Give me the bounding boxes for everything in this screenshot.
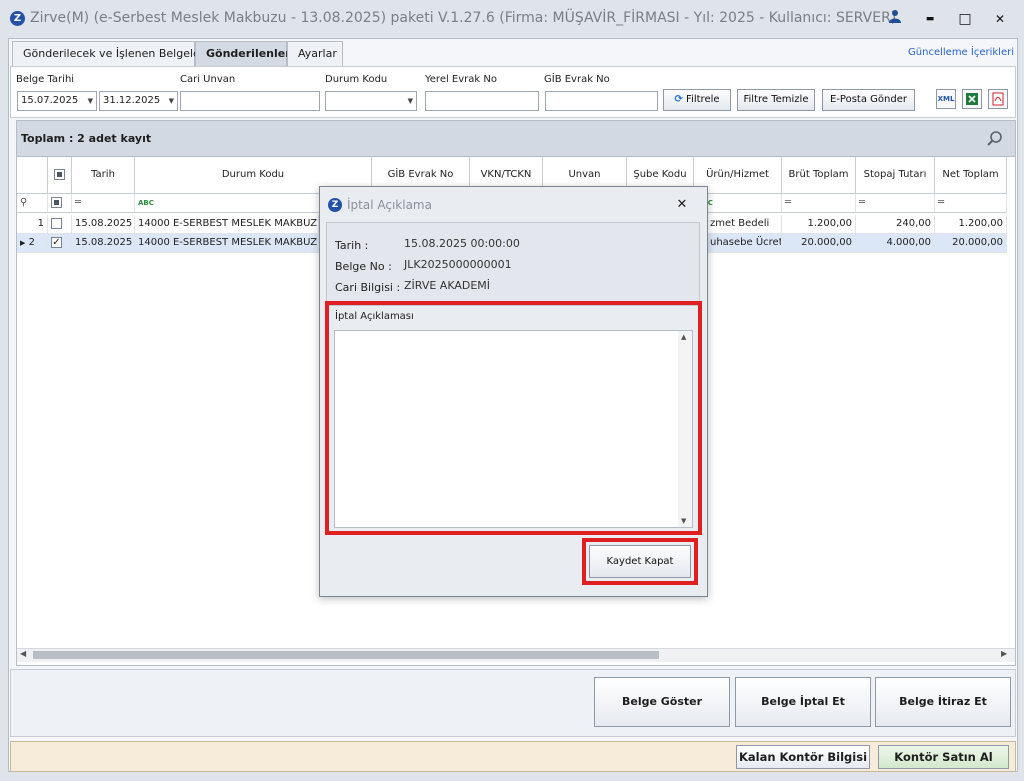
filter-select-all[interactable]: [48, 194, 72, 213]
row-number: 2: [28, 237, 35, 248]
date-from-value: 15.07.2025: [21, 95, 79, 106]
chevron-down-icon: ▼: [407, 97, 413, 105]
grid-summary-bar: [17, 121, 1015, 157]
yerel-evrak-input[interactable]: [425, 91, 539, 111]
filtre-temizle-button[interactable]: Filtre Temizle: [737, 89, 815, 111]
row-checkbox-cell[interactable]: [48, 215, 72, 234]
belge-goster-button[interactable]: Belge Göster: [594, 677, 730, 727]
row-indicator-header: [17, 157, 48, 194]
belge-tarihi-label: Belge Tarihi: [16, 74, 75, 85]
chevron-down-icon: ▼: [168, 97, 174, 105]
cari-unvan-label: Cari Unvan: [180, 74, 236, 85]
date-to-input[interactable]: 31.12.2025 ▼: [99, 91, 178, 111]
filter-row-pin-icon[interactable]: ⚲: [17, 194, 48, 213]
search-icon[interactable]: [986, 130, 1004, 148]
col-brut-toplam[interactable]: Brüt Toplam: [782, 157, 856, 194]
row-net[interactable]: 1.200,00: [935, 215, 1007, 234]
close-window-button[interactable]: ✕: [988, 8, 1012, 30]
tarih-label: Tarih :: [335, 239, 369, 252]
row-indicator: ▶ 2: [17, 234, 48, 253]
date-to-value: 31.12.2025: [103, 95, 161, 106]
scrollbar-thumb[interactable]: [33, 651, 659, 659]
row-tarih[interactable]: 15.08.2025: [72, 215, 135, 234]
filter-checkbox[interactable]: [51, 196, 62, 208]
row-checkbox-cell[interactable]: ✓: [48, 234, 72, 253]
eposta-gonder-button[interactable]: E-Posta Gönder: [822, 89, 915, 111]
select-all-checkbox[interactable]: [54, 168, 65, 180]
row-brut[interactable]: 20.000,00: [782, 234, 856, 253]
gib-evrak-input[interactable]: [545, 91, 658, 111]
belge-iptal-button[interactable]: Belge İptal Et: [735, 677, 871, 727]
durum-kodu-select[interactable]: ▼: [325, 91, 417, 111]
maximize-button[interactable]: □: [953, 8, 977, 30]
filter-stopaj[interactable]: ═: [856, 194, 935, 213]
yerel-evrak-label: Yerel Evrak No: [425, 74, 497, 85]
iptal-aciklamasi-label: İptal Açıklaması: [335, 311, 414, 322]
current-row-arrow-icon: ▶: [20, 239, 26, 247]
tarih-value: 15.08.2025 00:00:00: [404, 237, 520, 250]
cari-unvan-input[interactable]: [180, 91, 320, 111]
guncelleme-link[interactable]: Güncelleme İçerikleri: [908, 47, 1014, 58]
scroll-left-icon[interactable]: ◀: [20, 649, 26, 658]
row-durum[interactable]: 14000 E-SERBEST MESLEK MAKBUZU İM: [135, 215, 319, 234]
dialog-title: İptal Açıklama: [347, 198, 432, 212]
row-number: 1: [17, 215, 48, 234]
textarea-scrollbar[interactable]: [678, 331, 692, 527]
belge-no-label: Belge No :: [335, 260, 392, 273]
excel-export-icon[interactable]: [962, 89, 982, 109]
tab-ayarlar[interactable]: Ayarlar: [287, 41, 343, 66]
filtrele-button[interactable]: ⟳ Filtrele: [663, 89, 731, 111]
row-urun[interactable]: zmet Bedeli: [707, 215, 782, 234]
tab-gonderilecek[interactable]: Gönderilecek ve İşlenen Belgeler: [12, 41, 204, 66]
kontor-satin-al-button[interactable]: Kontör Satın Al: [878, 745, 1009, 769]
minimize-button[interactable]: ▬: [918, 8, 942, 30]
text-filter-icon: ABC: [138, 199, 154, 207]
filter-net[interactable]: ═: [935, 194, 1007, 213]
select-all-header[interactable]: [48, 157, 72, 194]
row-checkbox[interactable]: [51, 217, 62, 229]
col-tarih[interactable]: Tarih: [72, 157, 135, 194]
app-logo-icon: Z: [10, 11, 25, 26]
belge-no-value: JLK2025000000001: [404, 258, 512, 271]
durum-kodu-label: Durum Kodu: [325, 74, 388, 85]
dialog-close-button[interactable]: ✕: [672, 195, 692, 215]
row-stopaj[interactable]: 4.000,00: [856, 234, 935, 253]
record-count: Toplam : 2 adet kayıt: [21, 132, 152, 145]
row-stopaj[interactable]: 240,00: [856, 215, 935, 234]
filter-tarih[interactable]: ═: [72, 194, 135, 213]
kaydet-kapat-button[interactable]: Kaydet Kapat: [589, 545, 691, 578]
row-tarih[interactable]: 15.08.2025: [72, 234, 135, 253]
row-brut[interactable]: 1.200,00: [782, 215, 856, 234]
xml-export-icon[interactable]: XML: [936, 89, 956, 109]
user-icon[interactable]: [883, 8, 907, 30]
filter-brut[interactable]: ═: [782, 194, 856, 213]
app-logo-icon: Z: [328, 198, 342, 212]
date-from-input[interactable]: 15.07.2025 ▼: [17, 91, 97, 111]
scroll-right-icon[interactable]: ▶: [1001, 649, 1007, 658]
row-net[interactable]: 20.000,00: [935, 234, 1007, 253]
row-urun[interactable]: uhasebe Ücreti: [707, 234, 782, 253]
col-net-toplam[interactable]: Net Toplam: [935, 157, 1007, 194]
cari-bilgisi-value: ZİRVE AKADEMİ: [404, 279, 491, 292]
window-title: Zirve(M) (e-Serbest Meslek Makbuzu - 13.…: [30, 10, 897, 26]
scroll-up-icon[interactable]: ▲: [681, 333, 686, 341]
gib-evrak-label: GİB Evrak No: [544, 74, 610, 85]
scroll-down-icon[interactable]: ▼: [681, 517, 686, 525]
chevron-down-icon: ▼: [87, 97, 93, 105]
filtrele-label: Filtrele: [686, 94, 720, 105]
refresh-icon: ⟳: [674, 94, 683, 105]
row-durum[interactable]: 14000 E-SERBEST MESLEK MAKBUZU İM: [135, 234, 319, 253]
kalan-kontor-button[interactable]: Kalan Kontör Bilgisi: [736, 745, 870, 769]
col-stopaj[interactable]: Stopaj Tutarı: [856, 157, 935, 194]
cari-bilgisi-label: Cari Bilgisi :: [335, 281, 401, 294]
pdf-export-icon[interactable]: [988, 89, 1008, 109]
tab-gonderilenler[interactable]: Gönderilenler: [195, 41, 291, 66]
belge-itiraz-button[interactable]: Belge İtiraz Et: [875, 677, 1011, 727]
iptal-aciklamasi-textarea[interactable]: [334, 330, 693, 528]
row-checkbox[interactable]: ✓: [51, 236, 62, 248]
